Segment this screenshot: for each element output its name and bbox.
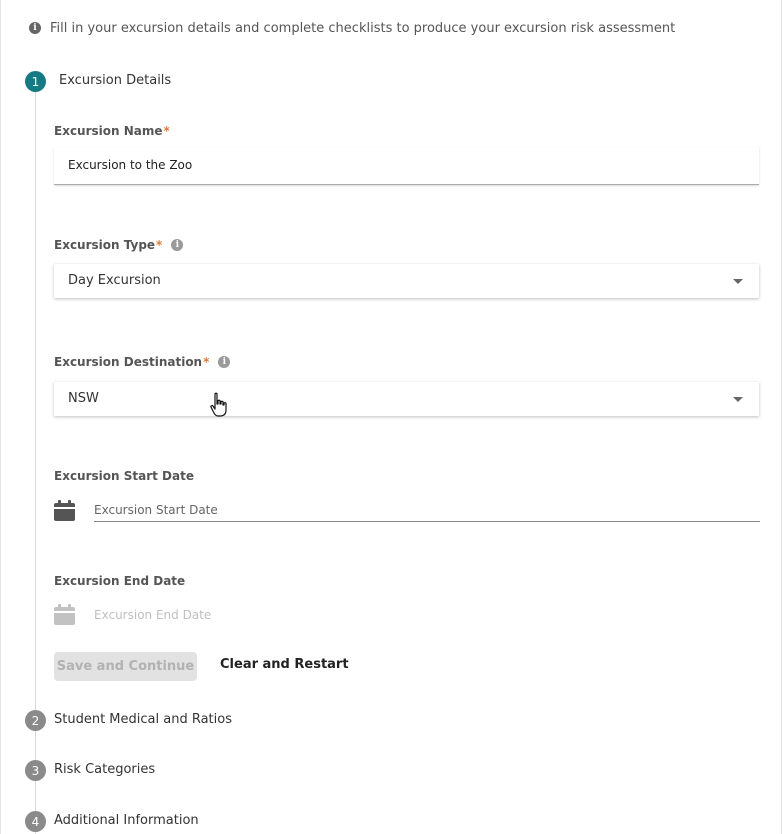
caret-down-icon <box>733 279 743 284</box>
step-4-number: 4 <box>25 811 46 832</box>
step-2-label[interactable]: Student Medical and Ratios <box>54 712 232 727</box>
excursion-type-select[interactable]: Day Excursion <box>54 264 759 298</box>
start-date-placeholder: Excursion Start Date <box>94 503 218 517</box>
step-3-label[interactable]: Risk Categories <box>54 762 155 777</box>
end-date-input: Excursion End Date <box>94 605 760 627</box>
step-2-number: 2 <box>25 710 46 731</box>
excursion-name-label: Excursion Name * <box>54 124 170 138</box>
end-date-placeholder: Excursion End Date <box>94 608 212 622</box>
step-4-label[interactable]: Additional Information <box>54 813 199 828</box>
intro-banner: i Fill in your excursion details and com… <box>29 18 675 38</box>
calendar-icon <box>54 604 75 625</box>
save-and-continue-button: Save and Continue <box>54 652 197 681</box>
required-mark: * <box>163 124 170 138</box>
step-3-number: 3 <box>25 760 46 781</box>
info-icon[interactable]: i <box>171 239 184 251</box>
step-1-number: 1 <box>25 71 46 92</box>
page-frame: i Fill in your excursion details and com… <box>0 0 782 834</box>
excursion-name-value: Excursion to the Zoo <box>68 158 193 172</box>
info-icon: i <box>29 22 41 34</box>
step-1-label[interactable]: Excursion Details <box>59 73 171 88</box>
start-date-label: Excursion Start Date <box>54 469 194 483</box>
required-mark: * <box>203 355 210 369</box>
caret-down-icon <box>733 397 743 402</box>
excursion-type-value: Day Excursion <box>68 273 161 288</box>
excursion-destination-value: NSW <box>68 391 99 406</box>
clear-and-restart-button[interactable]: Clear and Restart <box>220 657 349 672</box>
excursion-type-label: Excursion Type * i <box>54 238 184 252</box>
calendar-icon[interactable] <box>54 500 75 521</box>
excursion-destination-label: Excursion Destination * i <box>54 355 231 369</box>
excursion-name-input[interactable]: Excursion to the Zoo <box>54 147 759 185</box>
excursion-destination-select[interactable]: NSW <box>54 382 759 416</box>
required-mark: * <box>156 238 163 252</box>
end-date-label: Excursion End Date <box>54 574 186 588</box>
info-icon[interactable]: i <box>218 356 231 368</box>
hand-pointer-icon <box>210 392 227 417</box>
intro-text: Fill in your excursion details and compl… <box>50 20 676 36</box>
start-date-input[interactable]: Excursion Start Date <box>94 500 760 522</box>
